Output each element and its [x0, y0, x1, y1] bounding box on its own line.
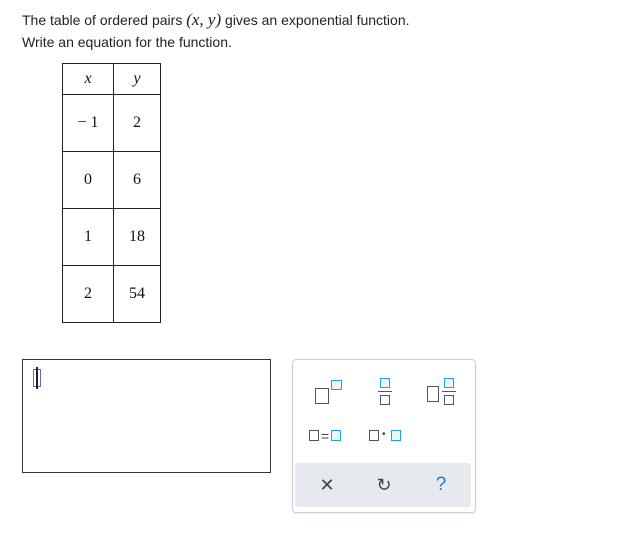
- fraction-button[interactable]: [373, 372, 397, 412]
- dot-icon: •: [382, 429, 386, 440]
- ordered-pairs-table: x y − 1 2 0 6 1 18 2 54: [62, 63, 161, 323]
- answer-input[interactable]: [22, 359, 271, 473]
- table-cell-x: 2: [62, 265, 114, 323]
- question-line-1: The table of ordered pairs (x, y) gives …: [22, 9, 410, 31]
- right-box-icon: [331, 430, 341, 441]
- question-line-1-prefix: The table of ordered pairs: [22, 12, 187, 28]
- table-row: 2 54: [62, 265, 161, 323]
- palette-toolbar: ✕ ↻ ?: [295, 463, 471, 507]
- left-box-icon: [309, 430, 319, 441]
- table-cell-x: 0: [62, 151, 114, 209]
- equals-button[interactable]: =: [307, 424, 347, 448]
- clear-icon[interactable]: ✕: [313, 471, 341, 499]
- table-cell-x: − 1: [62, 94, 114, 152]
- table-row: 1 18: [62, 208, 161, 266]
- ordered-pair-notation: (x, y): [186, 10, 222, 29]
- right-factor-box-icon: [391, 430, 401, 441]
- mixed-number-button[interactable]: [425, 372, 461, 412]
- table-header-y: y: [113, 63, 161, 95]
- table-row: 0 6: [62, 151, 161, 209]
- table-header-row: x y: [62, 63, 161, 95]
- equals-icon: =: [321, 428, 330, 444]
- fraction-bar-icon: [378, 391, 392, 393]
- superscript-button[interactable]: [311, 376, 347, 408]
- exponent-box-icon: [331, 380, 342, 390]
- mixed-numerator-box-icon: [444, 378, 454, 388]
- undo-icon[interactable]: ↻: [370, 471, 398, 499]
- table-cell-y: 2: [113, 94, 161, 152]
- table-cell-y: 6: [113, 151, 161, 209]
- mixed-fraction-bar-icon: [442, 391, 456, 393]
- table-cell-y: 54: [113, 265, 161, 323]
- input-cursor-slot[interactable]: [33, 367, 41, 389]
- numerator-box-icon: [380, 378, 390, 388]
- multiply-dot-button[interactable]: •: [365, 424, 405, 448]
- mixed-denominator-box-icon: [444, 395, 454, 405]
- question-line-1-suffix: gives an exponential function.: [221, 12, 410, 28]
- left-factor-box-icon: [369, 430, 379, 441]
- denominator-box-icon: [380, 395, 390, 405]
- help-icon[interactable]: ?: [427, 471, 455, 499]
- question-text: The table of ordered pairs (x, y) gives …: [22, 9, 410, 53]
- table-header-x: x: [62, 63, 114, 95]
- whole-box-icon: [427, 386, 439, 402]
- math-palette: = • ✕ ↻ ?: [292, 359, 476, 513]
- base-box-icon: [315, 388, 329, 404]
- table-row: − 1 2: [62, 94, 161, 152]
- table-cell-x: 1: [62, 208, 114, 266]
- table-cell-y: 18: [113, 208, 161, 266]
- question-line-2: Write an equation for the function.: [22, 34, 232, 50]
